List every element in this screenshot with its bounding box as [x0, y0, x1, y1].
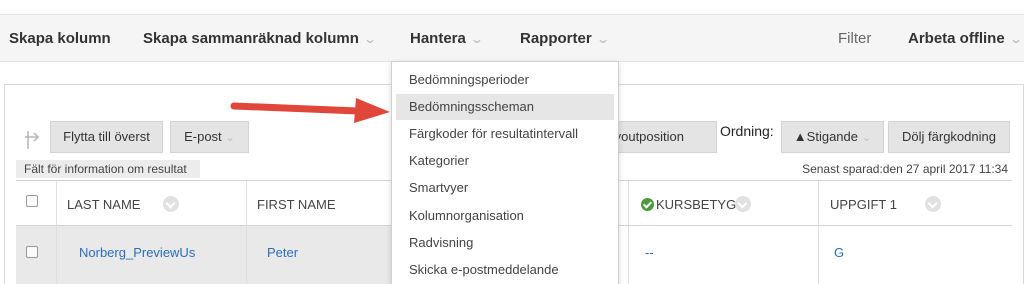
select-all-column [16, 181, 57, 227]
sort-circle-icon[interactable] [735, 196, 751, 212]
row-checkbox[interactable] [26, 246, 38, 258]
menu-item-send-email[interactable]: Skicka e-postmeddelande [396, 257, 614, 283]
manage-label: Hantera [410, 30, 466, 47]
menu-item-categories[interactable]: Kategorier [396, 148, 614, 174]
work-offline-menu[interactable]: Arbeta offline ⌄ [908, 30, 1023, 47]
chevron-down-icon: ⌄ [362, 32, 377, 46]
last-name-cell: Norberg_PreviewUs [57, 226, 247, 284]
ordering-label: Ordning: [720, 123, 774, 139]
create-column-label: Skapa kolumn [9, 30, 111, 47]
menu-item-grading-periods[interactable]: Bedömningsperioder [396, 67, 614, 93]
move-to-top-label: Flytta till överst [63, 129, 150, 144]
checkmark-circle-icon [641, 198, 654, 211]
last-name-link[interactable]: Norberg_PreviewUs [79, 245, 235, 260]
result-info-field: Fält för information om resultat [16, 160, 200, 178]
layout-position-button[interactable]: voutposition [612, 121, 717, 153]
first-name-link[interactable]: Peter [267, 245, 298, 260]
column-header-course-grade[interactable]: KURSBETYG [629, 181, 819, 227]
reports-menu[interactable]: Rapporter ⌄ [520, 30, 610, 47]
column-header-assignment-1[interactable]: UPPGIFT 1 [819, 181, 1012, 227]
menu-item-color-codes[interactable]: Färgkoder för resultatintervall [396, 121, 614, 147]
column-title-wrap: KURSBETYG [641, 197, 736, 212]
manage-menu[interactable]: Hantera ⌄ [410, 30, 484, 47]
column-title: FIRST NAME [257, 197, 336, 212]
column-title: UPPGIFT 1 [830, 197, 897, 212]
column-title: KURSBETYG [656, 197, 737, 212]
filter-label: Filter [838, 30, 872, 47]
email-label: E-post [184, 129, 222, 144]
gradebook-menu-bar: Skapa kolumn Skapa sammanräknad kolumn ⌄ … [0, 14, 1024, 62]
filter-link[interactable]: Filter [838, 30, 871, 47]
menu-item-column-organization[interactable]: Kolumnorganisation [396, 203, 614, 229]
email-button[interactable]: E-post ⌄ [170, 121, 249, 153]
chevron-down-icon: ⌄ [225, 132, 235, 144]
reports-label: Rapporter [520, 30, 592, 47]
sort-circle-icon[interactable] [163, 196, 179, 212]
column-header-first-name[interactable]: FIRST NAME [247, 181, 393, 227]
chevron-down-icon: ⌄ [595, 32, 610, 46]
course-grade-cell: -- [629, 226, 819, 284]
chevron-down-icon: ⌄ [1008, 32, 1023, 46]
chevron-down-icon: ⌄ [469, 32, 484, 46]
assignment-1-cell: G [819, 226, 1012, 284]
row-select-cell [16, 226, 57, 284]
red-pointer-arrow-icon [230, 98, 390, 123]
column-header-last-name[interactable]: LAST NAME [57, 181, 247, 227]
first-name-cell: Peter [247, 226, 393, 284]
sort-circle-icon[interactable] [925, 196, 941, 212]
assignment-1-value[interactable]: G [834, 245, 844, 260]
column-title: LAST NAME [67, 197, 141, 212]
ascending-sort-button[interactable]: ▲Stigande ⌄ [781, 121, 884, 153]
hide-color-coding-button[interactable]: Dölj färgkodning [888, 121, 1010, 153]
create-column-menu[interactable]: Skapa kolumn [9, 30, 111, 47]
menu-item-grading-schemas[interactable]: Bedömningsscheman [396, 94, 614, 120]
hide-color-coding-label: Dölj färgkodning [902, 129, 996, 144]
layout-position-label: voutposition [614, 129, 684, 144]
move-to-top-button[interactable]: Flytta till överst [50, 121, 163, 153]
select-all-checkbox[interactable] [26, 195, 38, 207]
manage-dropdown-menu: Bedömningsperioder Bedömningsscheman Fär… [391, 61, 619, 284]
chevron-down-icon: ⌄ [861, 132, 872, 144]
ascending-label: ▲Stigande [793, 129, 858, 144]
create-calculated-column-label: Skapa sammanräknad kolumn [143, 30, 359, 47]
last-saved-text: Senast sparad:den 27 april 2017 11:34 [802, 162, 1008, 176]
menu-item-smart-views[interactable]: Smartvyer [396, 175, 614, 201]
arrow-into-box-icon [25, 131, 40, 149]
work-offline-label: Arbeta offline [908, 30, 1005, 47]
create-calculated-column-menu[interactable]: Skapa sammanräknad kolumn ⌄ [143, 30, 377, 47]
menu-item-row-visibility[interactable]: Radvisning [396, 230, 614, 256]
course-grade-value[interactable]: -- [645, 245, 654, 260]
